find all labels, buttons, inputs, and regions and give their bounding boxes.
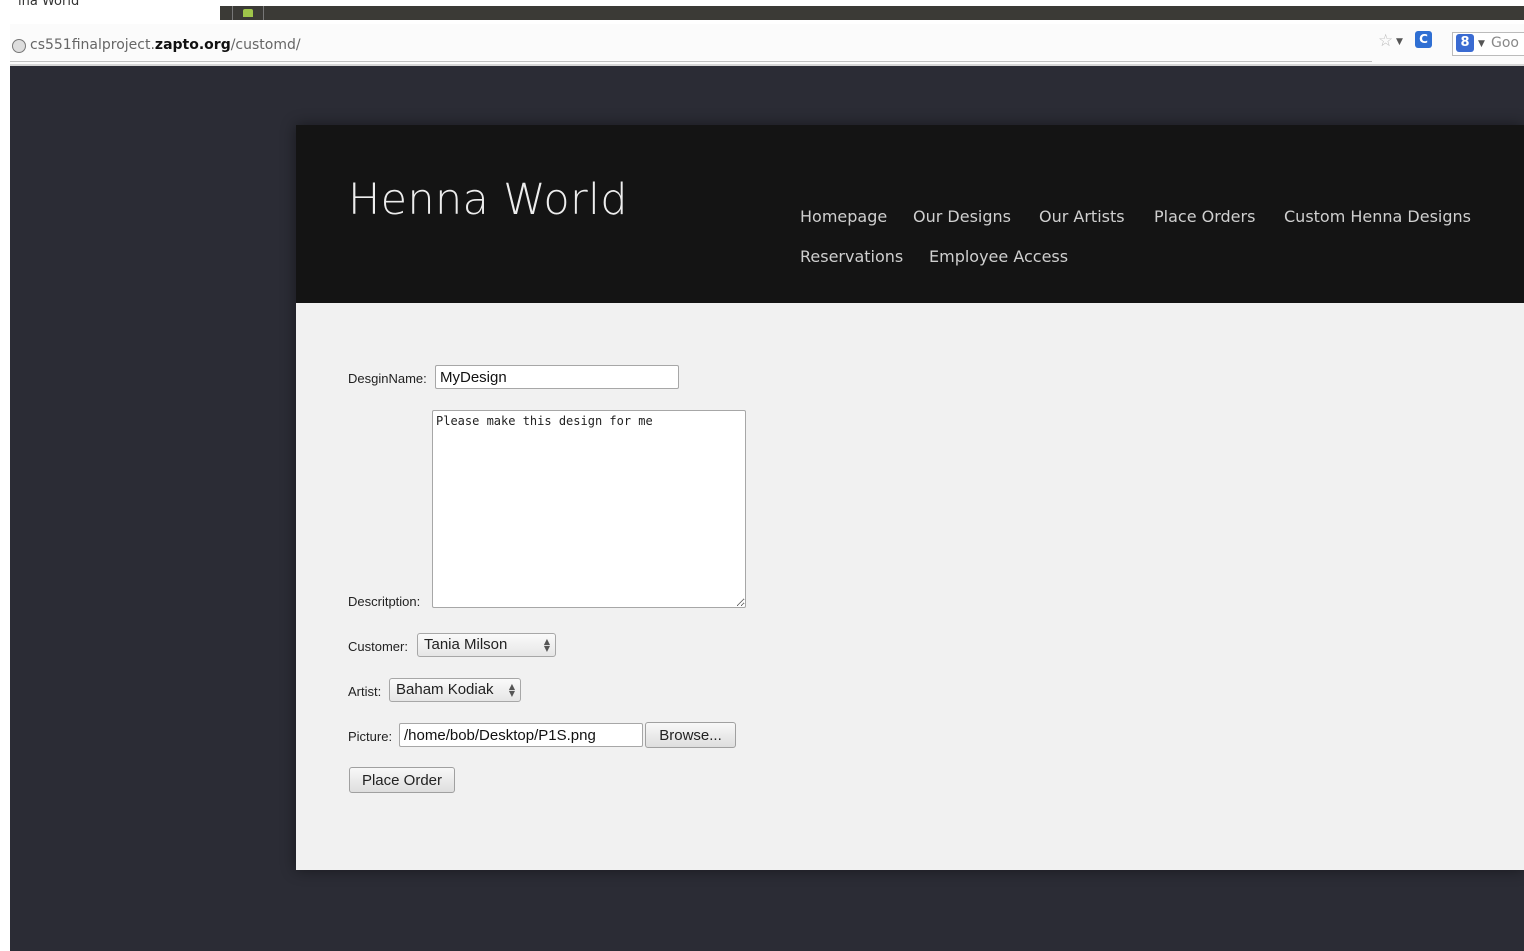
customer-selected-value: Tania Milson xyxy=(424,636,508,653)
browser-tab-strip: ına World xyxy=(10,0,1524,24)
url-path: /customd/ xyxy=(230,37,301,53)
nav-our-artists[interactable]: Our Artists xyxy=(1039,207,1125,226)
artist-select[interactable]: Baham Kodiak ▲ ▼ xyxy=(389,678,521,702)
design-name-label: DesginName: xyxy=(348,371,427,386)
search-engine-dropdown-icon[interactable]: ▼ xyxy=(1478,39,1485,49)
nav-our-designs[interactable]: Our Designs xyxy=(913,207,1011,226)
reload-icon[interactable]: C xyxy=(1415,31,1432,48)
search-box[interactable]: 8 ▼ Goo xyxy=(1452,32,1524,56)
new-tab-button[interactable] xyxy=(232,6,264,20)
url-bar[interactable]: cs551finalproject.zapto.org/customd/ xyxy=(10,28,1372,62)
design-name-input[interactable] xyxy=(435,365,679,389)
google-search-icon[interactable]: 8 xyxy=(1456,34,1474,52)
description-label: Descritption: xyxy=(348,594,421,609)
window-edge xyxy=(0,0,10,951)
url-prefix: cs551finalproject. xyxy=(30,37,155,53)
nav-custom-henna-designs[interactable]: Custom Henna Designs xyxy=(1284,207,1471,226)
artist-selected-value: Baham Kodiak xyxy=(396,681,494,698)
nav-place-orders[interactable]: Place Orders xyxy=(1154,207,1255,226)
browse-button[interactable]: Browse... xyxy=(645,722,736,748)
url-text[interactable]: cs551finalproject.zapto.org/customd/ xyxy=(30,37,301,53)
url-bar-border xyxy=(10,61,1372,62)
description-textarea[interactable]: Please make this design for me xyxy=(432,410,746,608)
globe-icon xyxy=(12,39,26,53)
tab-bar xyxy=(220,6,1524,20)
customer-label: Customer: xyxy=(348,639,408,654)
bookmark-dropdown-icon[interactable]: ▼ xyxy=(1396,37,1403,47)
customer-select[interactable]: Tania Milson ▲ ▼ xyxy=(417,633,556,657)
site-header: Henna World Homepage Our Designs Our Art… xyxy=(296,125,1524,303)
browser-toolbar: cs551finalproject.zapto.org/customd/ ☆ ▼… xyxy=(10,24,1524,66)
picture-label: Picture: xyxy=(348,729,393,744)
search-hint: Goo xyxy=(1491,35,1519,51)
picture-file-path[interactable] xyxy=(399,723,643,747)
site-title[interactable]: Henna World xyxy=(348,175,628,225)
bookmark-star-icon[interactable]: ☆ xyxy=(1378,31,1393,51)
nav-employee-access[interactable]: Employee Access xyxy=(929,247,1068,266)
site-container: Henna World Homepage Our Designs Our Art… xyxy=(296,125,1524,870)
nav-homepage[interactable]: Homepage xyxy=(800,207,887,226)
url-domain: zapto.org xyxy=(154,37,231,53)
select-chevron-icon: ▲ ▼ xyxy=(508,682,515,698)
nav-reservations[interactable]: Reservations xyxy=(800,247,903,266)
new-tab-icon xyxy=(243,9,253,17)
browser-tab-title[interactable]: ına World xyxy=(18,0,79,9)
artist-label: Artist: xyxy=(348,684,382,699)
select-chevron-icon: ▲ ▼ xyxy=(543,637,550,653)
place-order-button[interactable]: Place Order xyxy=(349,767,455,793)
